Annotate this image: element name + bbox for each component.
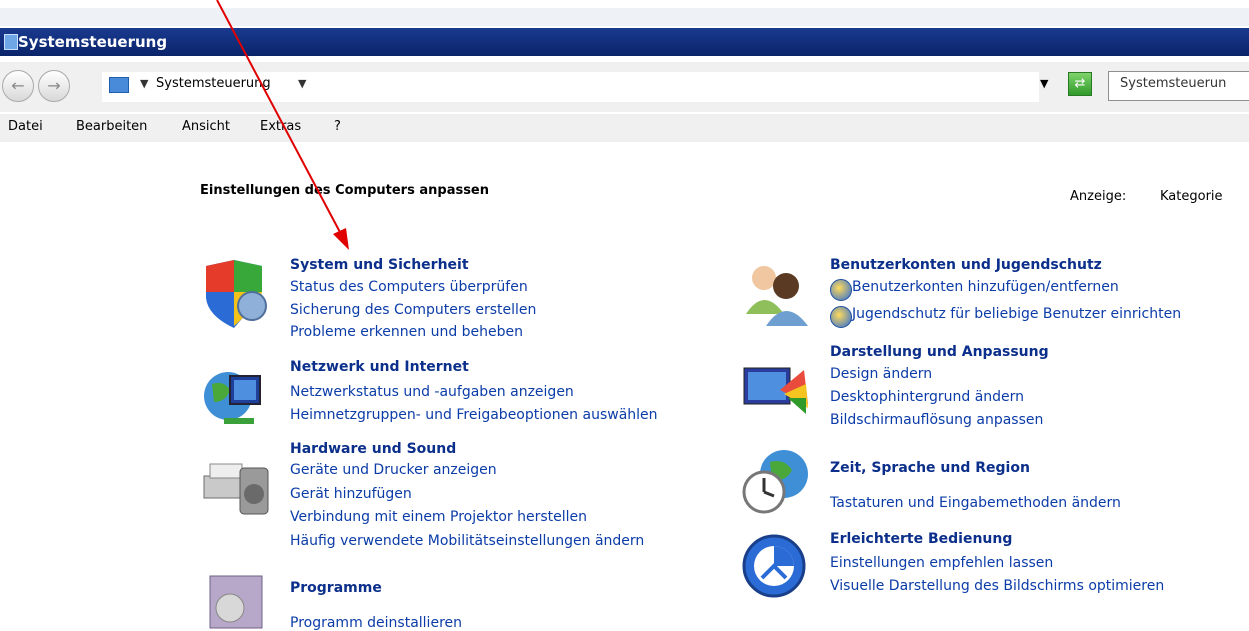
menu-bearbeiten[interactable]: Bearbeiten	[76, 119, 147, 134]
display-appearance-icon	[743, 367, 808, 414]
ease-of-access-icon	[742, 534, 806, 598]
category-programs[interactable]: Programme	[290, 580, 382, 596]
link-network-status[interactable]: Netzwerkstatus und -aufgaben anzeigen	[290, 384, 574, 400]
programs-box-icon	[209, 575, 263, 629]
link-optimize-display[interactable]: Visuelle Darstellung des Bildschirms opt…	[830, 578, 1164, 594]
clock-globe-icon	[742, 450, 808, 514]
category-ease-of-access[interactable]: Erleichterte Bedienung	[830, 531, 1012, 547]
control-panel-icon	[4, 34, 18, 50]
link-parental-controls[interactable]: Jugendschutz für beliebige Benutzer einr…	[852, 306, 1181, 322]
forward-button[interactable]: →	[38, 70, 70, 102]
menu-help[interactable]: ?	[334, 119, 341, 134]
chevron-down-icon[interactable]: ▼	[298, 77, 306, 90]
link-screen-resolution[interactable]: Bildschirmauflösung anpassen	[830, 412, 1043, 428]
link-devices-printers[interactable]: Geräte und Drucker anzeigen	[290, 462, 497, 478]
page-title: Einstellungen des Computers anpassen	[200, 183, 490, 198]
window-title: Systemsteuerung	[18, 33, 168, 51]
network-globe-icon	[204, 372, 261, 424]
address-dropdown-icon[interactable]: ▼	[1040, 77, 1048, 90]
category-system-security[interactable]: System und Sicherheit	[290, 257, 469, 273]
category-hardware-sound[interactable]: Hardware und Sound	[290, 441, 456, 457]
link-desktop-background[interactable]: Desktophintergrund ändern	[830, 389, 1024, 405]
category-network[interactable]: Netzwerk und Internet	[290, 359, 469, 375]
link-mobility[interactable]: Häufig verwendete Mobilitätseinstellunge…	[290, 533, 644, 549]
category-user-accounts[interactable]: Benutzerkonten und Jugendschutz	[830, 257, 1102, 273]
uac-shield-icon	[830, 306, 852, 328]
top-strip-band	[0, 8, 1249, 26]
uac-shield-icon	[830, 279, 852, 301]
link-backup[interactable]: Sicherung des Computers erstellen	[290, 302, 536, 318]
title-bar	[0, 28, 1249, 56]
chevron-right-icon[interactable]: ▼	[140, 77, 148, 90]
category-clock-language[interactable]: Zeit, Sprache und Region	[830, 460, 1030, 476]
link-projector[interactable]: Verbindung mit einem Projektor herstelle…	[290, 509, 587, 525]
refresh-button[interactable]: ⇄	[1068, 72, 1092, 96]
link-change-theme[interactable]: Design ändern	[830, 366, 932, 382]
back-button[interactable]: ←	[2, 70, 34, 102]
security-shield-icon	[206, 260, 267, 328]
category-appearance[interactable]: Darstellung und Anpassung	[830, 344, 1049, 360]
link-recommend-settings[interactable]: Einstellungen empfehlen lassen	[830, 555, 1053, 571]
search-placeholder: Systemsteuerun	[1120, 76, 1227, 91]
link-homegroup[interactable]: Heimnetzgruppen- und Freigabeoptionen au…	[290, 407, 658, 423]
view-label: Anzeige:	[1070, 189, 1127, 204]
menu-datei[interactable]: Datei	[8, 119, 43, 134]
menu-extras[interactable]: Extras	[260, 119, 301, 134]
printer-speaker-icon	[203, 463, 269, 515]
link-add-remove-accounts[interactable]: Benutzerkonten hinzufügen/entfernen	[852, 279, 1119, 295]
control-panel-icon	[109, 77, 129, 93]
link-troubleshoot[interactable]: Probleme erkennen und beheben	[290, 324, 523, 340]
link-check-status[interactable]: Status des Computers überprüfen	[290, 279, 528, 295]
breadcrumb[interactable]: Systemsteuerung	[156, 76, 271, 91]
menu-ansicht[interactable]: Ansicht	[182, 119, 230, 134]
user-accounts-icon	[746, 266, 808, 326]
view-mode-select[interactable]: Kategorie	[1160, 189, 1223, 204]
link-keyboards[interactable]: Tastaturen und Eingabemethoden ändern	[830, 495, 1121, 511]
link-add-device[interactable]: Gerät hinzufügen	[290, 486, 412, 502]
